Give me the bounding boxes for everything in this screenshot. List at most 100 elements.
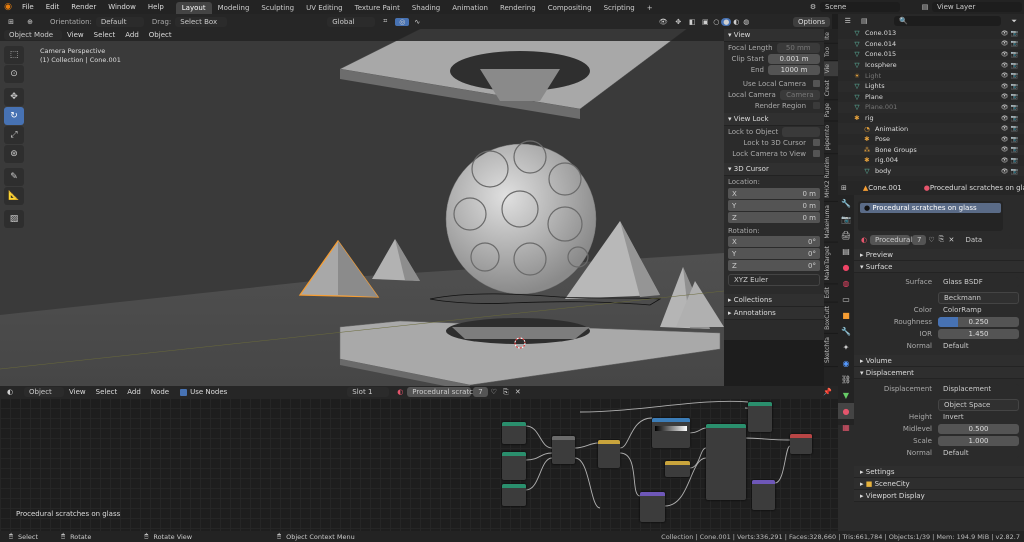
3d-cursor-section-header[interactable]: ▾ 3D Cursor [724,163,824,176]
menu-help[interactable]: Help [142,0,170,14]
editor-type-icon[interactable]: ⊞ [0,18,22,26]
node-editor[interactable]: Procedural scratches on glass [0,398,838,531]
sidebar-tab-pipernto[interactable]: pipernto [824,121,838,155]
options-button[interactable]: Options [792,16,830,27]
midlevel-field[interactable]: 0.500 [938,423,1019,434]
overlay-icon[interactable]: ◧ [685,18,699,26]
visibility-toggle-icon[interactable]: 👁📷 [1001,62,1020,69]
normal-input-socket[interactable]: Default [938,340,1019,351]
cursor-rotation-y-field[interactable]: Y 0° [728,248,820,259]
workspace-tab-animation[interactable]: Animation [446,2,494,14]
sidebar-tab-boxcutt[interactable]: BoxCutt [824,302,838,334]
displacement-normal-socket[interactable]: Default [938,447,1019,458]
visibility-toggle-icon[interactable]: 👁📷 [1001,168,1020,175]
surface-section[interactable]: ▾ Surface [854,261,1024,273]
world-tab-icon[interactable]: ◍ [838,275,854,291]
view-layer-tab-icon[interactable]: ▤ [838,243,854,259]
xray-icon[interactable]: ▣ [699,18,711,26]
outliner-editor-icon[interactable]: ☰ [841,17,855,25]
duplicate-material-icon[interactable]: ⎘ [936,235,946,244]
outliner-item-lights[interactable]: ▽ Lights 👁📷 [838,80,1024,92]
outliner-item-body[interactable]: ▽ body 👁📷 [838,165,1024,177]
sidebar-tab-ite[interactable]: Ite [824,29,838,44]
pin-icon[interactable]: 📌 [823,388,832,396]
workspace-tab-shading[interactable]: Shading [406,2,446,14]
shader-node[interactable] [748,402,772,432]
displacement-node-dropdown[interactable]: Displacement [938,383,1019,394]
cursor-icon[interactable]: ⊙ [4,65,24,83]
sidebar-tab-makehuma[interactable]: MakeHuma [824,202,838,243]
surface-shader-dropdown[interactable]: Glass BSDF [938,276,1019,287]
glass-bsdf-node[interactable] [706,424,746,500]
workspace-tab-uv-editing[interactable]: UV Editing [300,2,349,14]
properties-editor-icon[interactable]: ⊞ [841,184,847,192]
outliner-search-input[interactable]: 🔍 [894,16,1002,26]
cursor-location-z-field[interactable]: Z 0 m [728,212,820,223]
workspace-tab-layout[interactable]: Layout [175,1,212,14]
view-lock-section-header[interactable]: ▾ View Lock [724,113,824,126]
outliner-item-cone-013[interactable]: ▽ Cone.013 👁📷 [838,28,1024,39]
snap-icon[interactable]: ⌗ [375,17,395,26]
cursor-rotation-z-field[interactable]: Z 0° [728,260,820,271]
settings-section[interactable]: ▸ Settings [854,466,1024,478]
shader-node[interactable] [665,461,690,477]
render-tab-icon[interactable]: 📷 [838,211,854,227]
use-nodes-checkbox[interactable] [180,388,188,396]
workspace-tab-rendering[interactable]: Rendering [494,2,542,14]
scene-name[interactable]: Scene [820,2,900,12]
shading-solid-icon[interactable]: ● [721,17,732,26]
sidebar-tab-sketchfa[interactable]: Sketchfa [824,333,838,367]
roughness-slider[interactable]: 0.250 [938,316,1019,327]
workspace-tab-modeling[interactable]: Modeling [212,2,256,14]
material-slot-list[interactable]: ● Procedural scratches on glass [858,201,1003,231]
node-editor-type-icon[interactable]: ◐ [0,388,20,396]
sidebar-tab-mhx2-runtim[interactable]: MHX2 Runtim [824,154,838,203]
shader-node[interactable] [502,452,526,480]
measure-icon[interactable]: 📐 [4,187,24,205]
cursor-rotation-x-field[interactable]: X 0° [728,236,820,247]
lock-camera-to-view-checkbox[interactable] [813,150,820,157]
shading-material-icon[interactable]: ◐ [731,18,741,26]
clip-start-field[interactable]: 0.001 m [768,53,820,64]
node-menu-view[interactable]: View [64,388,91,396]
transform-orientation-dropdown[interactable]: Global [327,16,376,27]
transform-icon[interactable]: ⊛ [4,145,24,163]
distribution-dropdown[interactable]: Beckmann [938,291,1019,304]
outliner-item-plane-001[interactable]: ▽ Plane.001 👁📷 [838,102,1024,113]
shader-node[interactable] [502,422,526,444]
node-menu-select[interactable]: Select [91,388,123,396]
node-material-browse-icon[interactable]: ◐ [393,388,407,396]
viewport-menu-select[interactable]: Select [89,31,121,39]
material-users-count[interactable]: 7 [912,234,927,245]
outliner-item-cone-014[interactable]: ▽ Cone.014 👁📷 [838,38,1024,50]
sidebar-tab-maketarget[interactable]: MakeTarget [824,242,838,285]
sidebar-tab-edit[interactable]: Edit [824,284,838,303]
visibility-toggle-icon[interactable]: 👁📷 [1001,136,1020,143]
scene-tab-icon[interactable]: ● [838,259,854,275]
cursor-location-y-field[interactable]: Y 0 m [728,200,820,211]
menu-render[interactable]: Render [65,0,102,14]
rotate-icon[interactable]: ↻ [4,107,24,125]
workspace-tab-compositing[interactable]: Compositing [542,2,598,14]
slot-dropdown[interactable]: Slot 1 [347,387,390,397]
preview-section[interactable]: ▸ Preview [854,249,1024,261]
shading-render-icon[interactable]: ◍ [741,18,751,26]
sidebar-tab-too[interactable]: Too [824,43,838,61]
viewport-menu-add[interactable]: Add [120,31,144,39]
visibility-toggle-icon[interactable]: 👁📷 [1001,40,1020,47]
transform-pivot-icon[interactable]: ⊕ [22,18,38,26]
menu-file[interactable]: File [16,0,40,14]
displacement-node[interactable] [752,480,775,510]
outliner-item-pose[interactable]: ✱ Pose 👁📷 [838,134,1024,145]
node-unlink-icon[interactable]: ✕ [512,388,524,396]
node-fake-user-icon[interactable]: ♡ [488,388,500,396]
texture-tab-icon[interactable]: ▦ [838,419,854,435]
node-mode-dropdown[interactable]: Object [24,387,64,397]
node-menu-node[interactable]: Node [146,388,174,396]
menu-window[interactable]: Window [102,0,142,14]
sidebar-tab-page[interactable]: Page [824,100,838,122]
shader-node[interactable] [502,484,526,506]
scene-selector[interactable]: ⚙ Scene [806,2,900,12]
view-layer-selector[interactable]: ▤ View Layer [918,2,1022,12]
outliner-item-bone-groups[interactable]: ⁂ Bone Groups 👁📷 [838,144,1024,156]
